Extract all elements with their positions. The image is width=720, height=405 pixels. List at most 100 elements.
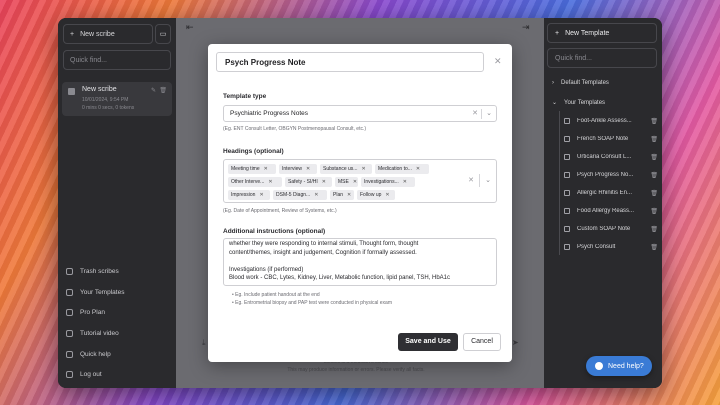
trash-icon[interactable]: 🗑 — [650, 136, 658, 143]
plus-icon: + — [555, 29, 560, 37]
chip-label: Interview — [282, 166, 303, 172]
collapse-left-icon[interactable]: ⇤ — [186, 22, 194, 33]
new-scribe-label: New scribe — [80, 30, 115, 38]
chip-label: Investigations... — [364, 179, 399, 185]
template-search-input[interactable]: Quick find... — [547, 48, 657, 68]
template-type-value: Psychiatric Progress Notes — [230, 110, 309, 117]
close-icon[interactable]: ✕ — [268, 179, 272, 185]
chip-label: Follow up — [360, 192, 382, 198]
template-type-hint: (Eg. ENT Consult Letter, OBGYN Postmenop… — [223, 126, 367, 132]
your-templates-group[interactable]: ⌄ Your Templates — [552, 99, 605, 107]
new-template-label: New Template — [565, 29, 610, 37]
template-item[interactable]: Custom SOAP Note 🗑 — [564, 222, 658, 236]
save-and-use-button[interactable]: Save and Use — [398, 333, 458, 351]
collapse-right-icon[interactable]: ⇥ — [522, 22, 530, 33]
send-icon[interactable]: ➤ — [512, 338, 519, 347]
template-item[interactable]: Psych Consult 🗑 — [564, 240, 658, 254]
menu-log-out[interactable]: Log out — [66, 371, 102, 378]
close-icon[interactable]: ✕ — [361, 166, 365, 172]
chevron-down-icon[interactable]: ⌄ — [485, 176, 491, 184]
instructions-textarea[interactable]: whether they were responding to internal… — [223, 238, 497, 286]
template-item[interactable]: Foot-Ankle Assess... 🗑 — [564, 114, 658, 128]
menu-pro-plan[interactable]: Pro Plan — [66, 309, 105, 316]
close-icon[interactable]: ✕ — [347, 192, 351, 198]
close-icon[interactable]: ✕ — [264, 166, 268, 172]
chevron-down-icon[interactable]: ⌄ — [486, 109, 492, 117]
template-name: Urticaria Consult L... — [577, 154, 632, 160]
menu-your-templates[interactable]: Your Templates — [66, 289, 124, 296]
template-icon — [564, 172, 570, 178]
chip-label: Plan — [333, 192, 344, 198]
need-help-button[interactable]: Need help? — [586, 356, 652, 376]
heading-chip[interactable]: Interview ✕ — [279, 164, 317, 174]
clear-icon[interactable]: ✕ — [472, 109, 478, 117]
template-title-input[interactable]: Psych Progress Note — [216, 52, 484, 72]
instructions-line: content/themes, insight and judgement, C… — [229, 249, 417, 256]
heading-chip[interactable]: Safety - SI/HI ✕ — [285, 177, 332, 187]
trash-icon[interactable]: 🗑 — [650, 154, 658, 161]
heading-chip[interactable]: Meeting time ✕ — [228, 164, 276, 174]
menu-trash-scribes[interactable]: Trash scribes — [66, 268, 119, 275]
default-templates-group[interactable]: › Default Templates — [552, 80, 609, 86]
trash-icon — [66, 268, 73, 275]
edit-icon[interactable]: ✎ — [151, 87, 156, 94]
cancel-button[interactable]: Cancel — [463, 333, 501, 351]
close-icon[interactable]: ✕ — [416, 166, 420, 172]
trash-icon[interactable]: 🗑 — [159, 87, 167, 94]
new-scribe-button[interactable]: + New scribe — [63, 24, 153, 44]
template-icon — [564, 136, 570, 142]
heading-chip[interactable]: DSM-5 Diagn... ✕ — [273, 190, 327, 200]
trash-icon[interactable]: 🗑 — [650, 244, 658, 251]
headings-multiselect[interactable]: Meeting time ✕ Interview ✕ Substance us...… — [223, 159, 497, 203]
folder-button[interactable]: ▭ — [155, 24, 171, 44]
trash-icon[interactable]: 🗑 — [650, 118, 658, 125]
heading-chip[interactable]: Impression ✕ — [228, 190, 270, 200]
edit-template-modal: Psych Progress Note ✕ Template type Psyc… — [208, 44, 512, 362]
close-icon[interactable]: ✕ — [494, 56, 502, 67]
menu-tutorial-video[interactable]: Tutorial video — [66, 330, 119, 337]
clear-icon[interactable]: ✕ — [468, 176, 474, 184]
trash-icon[interactable]: 🗑 — [650, 226, 658, 233]
trash-icon[interactable]: 🗑 — [650, 190, 658, 197]
heading-chip[interactable]: Investigations... ✕ — [361, 177, 415, 187]
template-item[interactable]: Allergic Rhinitis En... 🗑 — [564, 186, 658, 200]
left-sidebar: + New scribe ▭ Quick find... New scribe … — [58, 18, 176, 388]
menu-quick-help[interactable]: Quick help — [66, 351, 111, 358]
close-icon[interactable]: ✕ — [353, 179, 357, 185]
heading-chip[interactable]: Plan ✕ — [330, 190, 354, 200]
template-item[interactable]: Psych Progress No... 🗑 — [564, 168, 658, 182]
heading-chip[interactable]: Other Interve... ✕ — [228, 177, 282, 187]
trash-icon[interactable]: 🗑 — [650, 208, 658, 215]
close-icon[interactable]: ✕ — [385, 192, 389, 198]
menu-label: Log out — [80, 371, 102, 378]
template-type-select[interactable]: Psychiatric Progress Notes ✕ ⌄ — [223, 105, 497, 122]
close-icon[interactable]: ✕ — [306, 166, 310, 172]
scribe-meta: 0 mins 0 secs, 0 tokens — [82, 105, 135, 111]
help-icon — [66, 351, 73, 358]
group-label: Default Templates — [561, 80, 609, 86]
template-item[interactable]: French SOAP Note 🗑 — [564, 132, 658, 146]
template-item[interactable]: Food Allergy Reass... 🗑 — [564, 204, 658, 218]
scribe-search-input[interactable]: Quick find... — [63, 50, 171, 70]
example-text: Eg. Include patient handout at the end — [235, 292, 320, 298]
trash-icon[interactable]: 🗑 — [650, 172, 658, 179]
logout-icon — [66, 371, 73, 378]
need-help-label: Need help? — [608, 362, 644, 370]
close-icon[interactable]: ✕ — [259, 192, 263, 198]
scribe-list-item[interactable]: New scribe 10/01/2024, 9:54 PM 0 mins 0 … — [62, 82, 172, 116]
template-type-label: Template type — [223, 93, 267, 100]
instructions-example: • Eg. Include patient handout at the end — [232, 292, 320, 298]
document-icon — [68, 88, 75, 95]
heading-chip[interactable]: MSE ✕ — [335, 177, 358, 187]
heading-chip[interactable]: Substance us... ✕ — [320, 164, 372, 174]
footer-disclaimer: This may produce information or errors. … — [287, 367, 425, 373]
close-icon[interactable]: ✕ — [322, 179, 326, 185]
new-template-button[interactable]: + New Template — [547, 23, 657, 43]
template-icon — [564, 226, 570, 232]
close-icon[interactable]: ✕ — [314, 192, 318, 198]
heading-chip[interactable]: Follow up ✕ — [357, 190, 395, 200]
download-icon[interactable]: ⤓ — [202, 338, 206, 348]
close-icon[interactable]: ✕ — [403, 179, 407, 185]
heading-chip[interactable]: Medication to... ✕ — [375, 164, 429, 174]
template-item[interactable]: Urticaria Consult L... 🗑 — [564, 150, 658, 164]
